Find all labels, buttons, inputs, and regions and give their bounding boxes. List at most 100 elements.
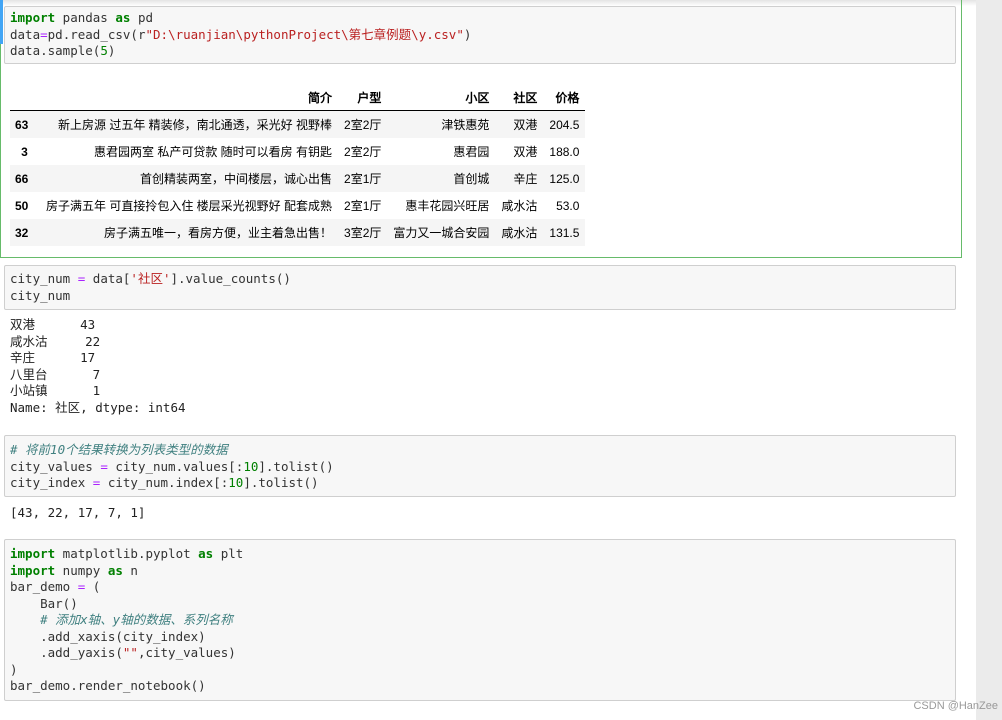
table-cell: 131.5 (549, 225, 580, 240)
code-token: .add_xaxis(city_index) (10, 628, 206, 644)
table-header-cell (10, 84, 40, 111)
code-token: city_num (10, 287, 71, 303)
code-line: bar_demo = ( (10, 579, 949, 596)
code-token: ) (107, 43, 116, 58)
code-token: 10 (243, 458, 259, 474)
row-index: 66 (15, 171, 29, 186)
code-token: city_num.index[: (100, 475, 229, 490)
table-cell: 房子满五唯一，看房方便，业主着急出售！ (104, 226, 333, 240)
table-row: 63 新上房源 过五年 精装修，南北通透，采光好 视野棒 2室2厅 津铁惠苑 双… (10, 110, 586, 138)
table-cell: 咸水沽 (501, 199, 538, 213)
code-token: pd (130, 10, 154, 25)
output-line: [43, 22, 17, 7, 1] (10, 505, 146, 520)
code-token: city_index (10, 475, 93, 490)
code-line: # 添加x轴、y轴的数据、系列名称 (10, 612, 949, 629)
code-line: city_num (10, 288, 949, 305)
code-token: as (198, 546, 214, 561)
code-line: import pandas as pd (10, 10, 949, 27)
table-header-row: 简介 户型 小区 社区 价格 (10, 84, 586, 111)
table-header-cell: 小区 (387, 84, 496, 111)
code-token: import (10, 546, 56, 561)
code-token: pd.read_csv(r (47, 26, 146, 42)
notebook-area: import pandas as pd data=pd.read_csv(r"D:… (0, 0, 976, 720)
output-line: Name: 社区, dtype: int64 (10, 399, 186, 415)
table-cell: 新上房源 过五年 精装修，南北通透，采光好 视野棒 (58, 118, 333, 132)
code-input[interactable]: import pandas as pd data=pd.read_csv(r"D:… (4, 6, 956, 64)
code-line: # 将前10个结果转换为列表类型的数据 (10, 442, 949, 459)
code-token: plt (213, 546, 244, 561)
output-line: 八里台 7 (10, 366, 101, 382)
code-token: ) (463, 26, 472, 42)
code-token: ( (85, 579, 101, 594)
code-line: bar_demo.render_notebook() (10, 678, 949, 695)
code-token: as (115, 10, 131, 25)
row-index: 32 (15, 225, 29, 240)
table-row: 32 房子满五唯一，看房方便，业主着急出售！ 3室2厅 富力又一城合安园 咸水沽… (10, 219, 586, 246)
table-cell: 双港 (513, 118, 538, 132)
table-cell: 惠君园两室 私产可贷款 随时可以看房 有钥匙 (94, 145, 333, 159)
output-line: 辛庄 17 (10, 350, 96, 365)
code-line: Bar() (10, 596, 949, 613)
code-line: import matplotlib.pyplot as plt (10, 546, 949, 563)
code-input[interactable]: # 将前10个结果转换为列表类型的数据 city_values = city_nu… (4, 435, 956, 497)
code-token: 5 (100, 43, 108, 58)
code-token: '社区' (130, 271, 171, 286)
code-token: ].tolist() (243, 475, 319, 490)
code-line: data=pd.read_csv(r"D:\ruanjian\pythonPro… (10, 27, 949, 44)
code-token: ].tolist() (258, 458, 334, 474)
cell-selection-indicator (0, 0, 3, 44)
row-index: 3 (21, 144, 28, 159)
code-line: .add_xaxis(city_index) (10, 629, 949, 646)
code-line: import numpy as n (10, 563, 949, 580)
table-cell: 53.0 (556, 198, 580, 213)
code-token: 10 (228, 475, 244, 490)
code-token: ].value_counts() (170, 271, 291, 286)
notebook-cell-4[interactable]: import matplotlib.pyplot as plt import nu… (0, 539, 962, 704)
code-token: data (10, 26, 41, 42)
code-token: import (10, 562, 56, 578)
code-token: matplotlib.pyplot (55, 546, 199, 561)
code-token: data[ (85, 271, 131, 286)
code-token: as (107, 562, 123, 578)
notebook-cell-3[interactable]: # 将前10个结果转换为列表类型的数据 city_values = city_nu… (0, 435, 962, 525)
table-cell: 204.5 (549, 117, 580, 132)
code-token: ) (10, 661, 18, 677)
code-token: numpy (55, 562, 108, 578)
code-token: city_num (10, 271, 78, 286)
table-cell: 2室2厅 (344, 145, 382, 159)
table-header-cell: 简介 (40, 84, 339, 111)
code-token: pandas (55, 10, 116, 25)
table-cell: 3室2厅 (344, 226, 382, 240)
code-token: = (40, 26, 48, 42)
table-cell: 辛庄 (513, 172, 538, 186)
code-token: bar_demo.render_notebook() (10, 678, 206, 693)
code-input[interactable]: import matplotlib.pyplot as plt import nu… (4, 539, 956, 701)
output-line: 小站镇 1 (10, 383, 101, 398)
output-line: 双港 43 (10, 317, 96, 332)
cell-output: 双港 43 咸水沽 22 辛庄 17 八里台 7 小站镇 1 Name: 社区, dtyp… (10, 317, 186, 416)
row-index: 50 (15, 198, 29, 213)
code-line: city_num = data['社区'].value_counts() (10, 271, 949, 288)
table-cell: 津铁惠苑 (441, 118, 490, 132)
table-row: 66 首创精装两室，中间楼层，诚心出售 2室1厅 首创城 辛庄 125.0 (10, 165, 586, 192)
code-line: city_values = city_num.values[:10].tolis… (10, 459, 949, 476)
code-token: "D:\ruanjian\pythonProject\第七章例题\y.csv" (145, 26, 464, 42)
code-token: city_values (10, 458, 101, 474)
notebook-cell-1[interactable]: import pandas as pd data=pd.read_csv(r"D:… (0, 0, 962, 258)
code-input[interactable]: city_num = data['社区'].value_counts() city… (4, 265, 956, 310)
table-cell: 首创精装两室，中间楼层，诚心出售 (140, 172, 333, 186)
table-cell: 咸水沽 (501, 226, 538, 240)
table-cell: 富力又一城合安园 (393, 226, 490, 240)
table-row: 3 惠君园两室 私产可贷款 随时可以看房 有钥匙 2室2厅 惠君园 双港 188… (10, 138, 585, 165)
scrollbar-track[interactable] (976, 0, 1002, 720)
notebook-cell-2[interactable]: city_num = data['社区'].value_counts() city… (0, 265, 962, 420)
output-line: 咸水沽 22 (10, 333, 101, 349)
code-line: city_index = city_num.index[:10].tolist(… (10, 475, 949, 492)
code-token: # 将前10个结果转换为列表类型的数据 (10, 442, 228, 457)
table-cell: 首创城 (453, 172, 490, 186)
code-token: import (10, 10, 56, 25)
code-token: n (122, 562, 138, 578)
watermark-text: CSDN @HanZee (913, 700, 998, 712)
table-cell: 2室1厅 (344, 172, 382, 186)
table-cell: 2室2厅 (344, 118, 382, 132)
